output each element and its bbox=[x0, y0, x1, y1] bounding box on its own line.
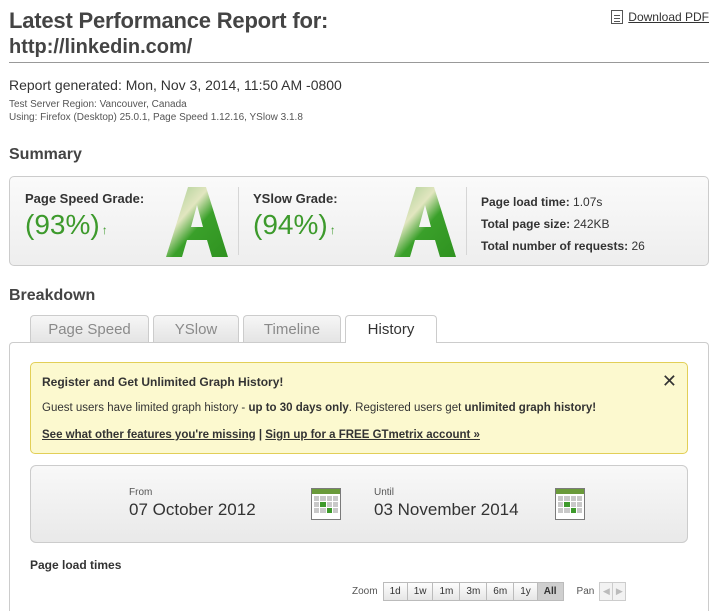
summary-panel: Page Speed Grade: (93%)↑ A YSlow Grade: … bbox=[9, 176, 709, 266]
yslow-percent: (94%) ↑ bbox=[253, 209, 336, 240]
pagespeed-grade-letter: A bbox=[166, 187, 228, 257]
zoom-1m-button[interactable]: 1m bbox=[432, 582, 461, 601]
close-icon[interactable]: ✕ bbox=[662, 371, 677, 392]
yslow-grade-label: YSlow Grade: bbox=[253, 191, 338, 206]
from-date[interactable]: 07 October 2012 bbox=[129, 500, 256, 520]
summary-heading: Summary bbox=[9, 146, 82, 163]
zoom-6m-button[interactable]: 6m bbox=[486, 582, 515, 601]
notice-links: See what other features you're missing |… bbox=[42, 429, 480, 441]
pan-right-icon[interactable]: ▶ bbox=[612, 582, 627, 601]
calendar-icon[interactable] bbox=[311, 488, 341, 520]
pagespeed-percent: (93%) ↑ bbox=[25, 209, 108, 240]
zoom-label: Zoom bbox=[352, 586, 378, 597]
upgrade-notice: Register and Get Unlimited Graph History… bbox=[30, 362, 688, 454]
download-pdf-label: Download PDF bbox=[628, 10, 709, 24]
zoom-1d-button[interactable]: 1d bbox=[382, 582, 408, 601]
report-generated: Report generated: Mon, Nov 3, 2014, 11:5… bbox=[9, 77, 342, 93]
features-link[interactable]: See what other features you're missing bbox=[42, 429, 256, 441]
zoom-1y-button[interactable]: 1y bbox=[513, 582, 538, 601]
zoom-1w-button[interactable]: 1w bbox=[406, 582, 434, 601]
page-stats: Page load time: 1.07s Total page size: 2… bbox=[481, 191, 645, 257]
report-meta: Report generated: Mon, Nov 3, 2014, 11:5… bbox=[9, 76, 342, 124]
tab-yslow[interactable]: YSlow bbox=[153, 315, 239, 342]
pan-label: Pan bbox=[576, 586, 595, 597]
from-label: From bbox=[129, 487, 153, 498]
zoom-all-button[interactable]: All bbox=[536, 582, 564, 601]
summary-divider bbox=[238, 187, 239, 255]
until-label: Until bbox=[374, 487, 395, 498]
tab-page-speed[interactable]: Page Speed bbox=[30, 315, 149, 342]
graph-title: Page load times bbox=[30, 558, 122, 572]
signup-link[interactable]: Sign up for a FREE GTmetrix account » bbox=[265, 429, 480, 441]
tab-history[interactable]: History bbox=[345, 315, 437, 343]
document-icon bbox=[611, 10, 624, 24]
summary-divider bbox=[466, 187, 467, 255]
until-date[interactable]: 03 November 2014 bbox=[374, 500, 519, 520]
breakdown-tabs: Page Speed YSlow Timeline History bbox=[30, 315, 437, 343]
tab-timeline[interactable]: Timeline bbox=[243, 315, 341, 342]
date-range-picker: From 07 October 2012 Until 03 November 2… bbox=[30, 465, 688, 543]
up-arrow-icon: ↑ bbox=[101, 223, 108, 237]
zoom-3m-button[interactable]: 3m bbox=[459, 582, 488, 601]
page-load-time: Page load time: 1.07s bbox=[481, 195, 603, 209]
total-page-size: Total page size: 242KB bbox=[481, 217, 610, 231]
total-requests: Total number of requests: 26 bbox=[481, 239, 645, 253]
notice-body: Guest users have limited graph history -… bbox=[42, 402, 597, 414]
report-header: Latest Performance Report for: http://li… bbox=[9, 8, 709, 60]
pagespeed-grade-label: Page Speed Grade: bbox=[25, 191, 145, 206]
calendar-icon[interactable] bbox=[555, 488, 585, 520]
breakdown-heading: Breakdown bbox=[9, 287, 96, 304]
test-environment: Using: Firefox (Desktop) 25.0.1, Page Sp… bbox=[9, 112, 303, 123]
graph-zoom-controls: Zoom 1d 1w 1m 3m 6m 1y All Pan ◀ ▶ bbox=[352, 582, 627, 601]
header-divider bbox=[9, 62, 709, 63]
yslow-grade-letter: A bbox=[394, 187, 456, 257]
page-title: Latest Performance Report for: bbox=[9, 8, 329, 33]
notice-title: Register and Get Unlimited Graph History… bbox=[42, 375, 284, 389]
report-url: http://linkedin.com/ bbox=[9, 36, 193, 58]
download-pdf-link[interactable]: Download PDF bbox=[611, 10, 709, 24]
pan-left-icon[interactable]: ◀ bbox=[599, 582, 614, 601]
up-arrow-icon: ↑ bbox=[329, 223, 336, 237]
server-region: Test Server Region: Vancouver, Canada bbox=[9, 99, 187, 110]
